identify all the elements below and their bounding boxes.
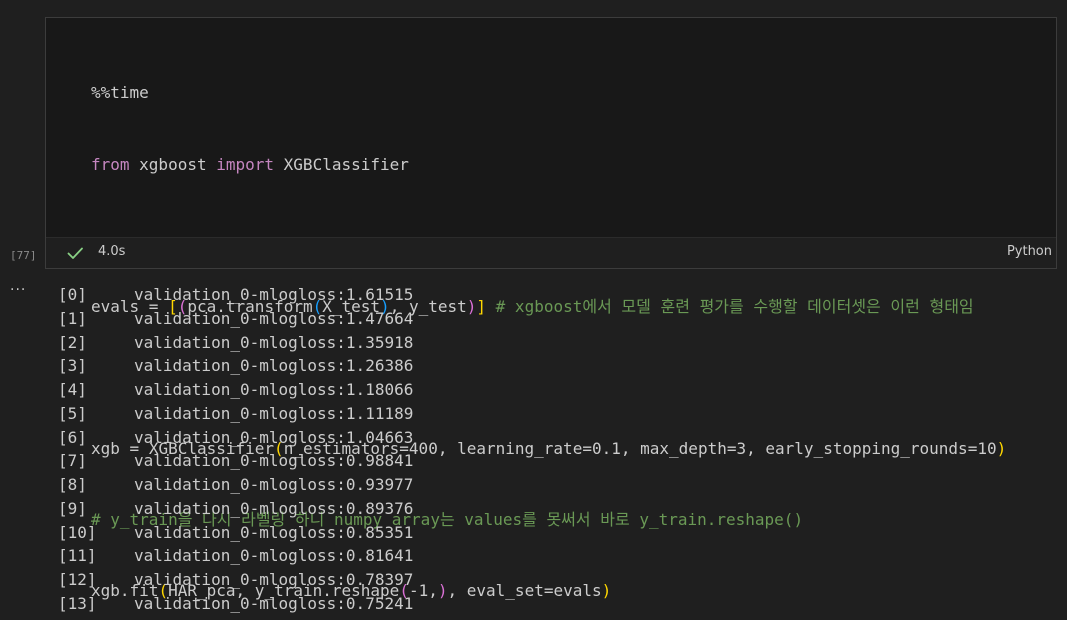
- output-metric-text: validation_0-mlogloss:0.81641: [134, 546, 414, 566]
- cell-status-bar: 4.0s Python: [46, 238, 1056, 268]
- output-line: [11] validation_0-mlogloss:0.81641: [58, 544, 1048, 568]
- output-iteration-index: [7]: [58, 451, 87, 471]
- output-iteration-index: [6]: [58, 427, 87, 447]
- output-metric-text: validation_0-mlogloss:1.47664: [134, 308, 414, 328]
- output-metric-text: validation_0-mlogloss:0.89376: [134, 498, 414, 518]
- output-iteration-index: [4]: [58, 380, 87, 399]
- output-iteration-index: [2]: [58, 332, 87, 352]
- check-icon: [67, 247, 83, 259]
- output-line: [7] validation_0-mlogloss:0.98841: [58, 449, 1048, 473]
- output-line: [0] validation_0-mlogloss:1.61515: [58, 283, 1048, 307]
- output-iteration-index: [1]: [58, 308, 87, 328]
- output-iteration-index: [10]: [58, 522, 97, 542]
- output-line: [8] validation_0-mlogloss:0.93977: [58, 473, 1048, 497]
- code-line-1: %%time: [91, 81, 1006, 105]
- output-iteration-index: [11]: [58, 546, 97, 566]
- notebook-cell[interactable]: %%time from xgboost import XGBClassifier…: [45, 17, 1057, 600]
- cell-output[interactable]: [0] validation_0-mlogloss:1.61515 [1] valid…: [58, 283, 1048, 620]
- output-iteration-index: [13]: [58, 593, 97, 613]
- code-editor[interactable]: %%time from xgboost import XGBClassifier…: [46, 18, 1056, 600]
- output-line: [12] validation_0-mlogloss:0.78397: [58, 568, 1048, 592]
- cell-language-button[interactable]: Python: [1007, 244, 1052, 259]
- output-line: [6] validation_0-mlogloss:1.04663: [58, 426, 1048, 450]
- output-iteration-index: [12]: [58, 570, 97, 589]
- output-line: [13] validation_0-mlogloss:0.75241: [58, 592, 1048, 616]
- keyword-from: from: [91, 154, 130, 174]
- output-line: [4] validation_0-mlogloss:1.18066: [58, 378, 1048, 402]
- more-actions-icon[interactable]: ···: [10, 282, 26, 298]
- module-name: xgboost: [129, 154, 217, 174]
- output-iteration-index: [3]: [58, 356, 87, 376]
- output-metric-text: validation_0-mlogloss:1.26386: [134, 356, 414, 376]
- output-metric-text: validation_0-mlogloss:0.85351: [134, 522, 414, 542]
- magic-command: %%time: [91, 83, 149, 103]
- output-metric-text: validation_0-mlogloss:0.78397: [134, 570, 414, 589]
- output-metric-text: validation_0-mlogloss:1.61515: [134, 285, 414, 304]
- output-metric-text: validation_0-mlogloss:1.11189: [134, 403, 414, 423]
- execution-count: [77]: [10, 249, 37, 262]
- output-metric-text: validation_0-mlogloss:0.75241: [134, 593, 414, 613]
- output-lines: [0] validation_0-mlogloss:1.61515 [1] valid…: [58, 283, 1048, 616]
- output-line: [3] validation_0-mlogloss:1.26386: [58, 354, 1048, 378]
- output-metric-text: validation_0-mlogloss:0.98841: [134, 451, 414, 471]
- output-line: [5] validation_0-mlogloss:1.11189: [58, 402, 1048, 426]
- output-line: [9] validation_0-mlogloss:0.89376: [58, 497, 1048, 521]
- output-metric-text: validation_0-mlogloss:0.93977: [134, 475, 414, 494]
- output-iteration-index: [8]: [58, 475, 87, 494]
- output-iteration-index: [0]: [58, 285, 87, 304]
- output-metric-text: validation_0-mlogloss:1.35918: [134, 332, 414, 352]
- keyword-import: import: [216, 154, 275, 174]
- execution-time: 4.0s: [98, 244, 126, 259]
- import-name: XGBClassifier: [274, 154, 409, 174]
- output-line: [1] validation_0-mlogloss:1.47664: [58, 307, 1048, 331]
- output-metric-text: validation_0-mlogloss:1.18066: [134, 380, 414, 399]
- output-metric-text: validation_0-mlogloss:1.04663: [134, 427, 414, 447]
- output-line: [2] validation_0-mlogloss:1.35918: [58, 331, 1048, 355]
- output-iteration-index: [9]: [58, 498, 87, 518]
- code-line-2: from xgboost import XGBClassifier: [91, 153, 1006, 177]
- output-iteration-index: [5]: [58, 403, 87, 423]
- output-line: [10] validation_0-mlogloss:0.85351: [58, 521, 1048, 545]
